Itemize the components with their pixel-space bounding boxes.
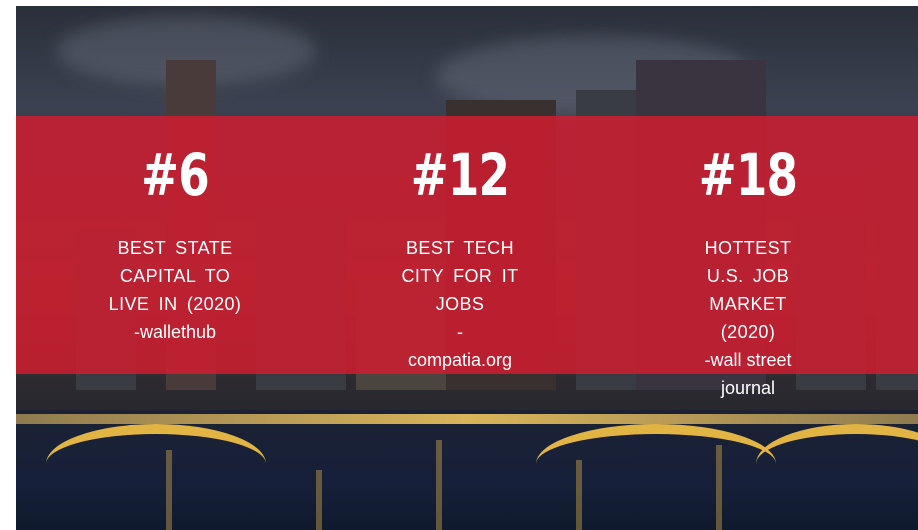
description-line: CITY FOR IT — [401, 266, 519, 286]
description-line: CAPITAL TO — [119, 266, 231, 286]
rank-number: #12 — [410, 141, 510, 209]
bridge-arch — [536, 424, 776, 504]
description-line: BEST TECH — [406, 238, 514, 258]
stat-best-state-capital: #6 BEST STATE CAPITAL TO LIVE IN (2020) … — [75, 140, 275, 346]
bridge — [16, 414, 918, 424]
stat-description: BEST STATE CAPITAL TO LIVE IN (2020) — [85, 234, 265, 318]
description-line: (2020) — [720, 322, 776, 342]
stat-source: -wallethub — [133, 322, 217, 342]
description-line: HOTTEST — [704, 238, 792, 258]
stat-source: journal — [720, 378, 776, 398]
stat-description: HOTTEST U.S. JOB MARKET (2020) — [658, 234, 838, 346]
stat-hottest-job-market: #18 HOTTEST U.S. JOB MARKET (2020) -wall… — [648, 140, 848, 402]
rank-number: #6 — [141, 141, 210, 209]
description-line: LIVE IN (2020) — [108, 294, 242, 314]
stat-best-tech-city: #12 BEST TECH CITY FOR IT JOBS - compati… — [360, 140, 560, 374]
description-line: JOBS — [435, 294, 485, 314]
stat-source: compatia.org — [407, 350, 513, 370]
description-line: BEST STATE — [117, 238, 233, 258]
bridge-arch — [46, 424, 266, 504]
description-line: MARKET — [709, 294, 787, 314]
stat-source: - — [457, 322, 463, 342]
rank-number: #18 — [698, 141, 798, 209]
stat-source: -wall street — [704, 350, 792, 370]
description-line: U.S. JOB — [706, 266, 790, 286]
stat-description: BEST TECH CITY FOR IT JOBS — [370, 234, 550, 318]
